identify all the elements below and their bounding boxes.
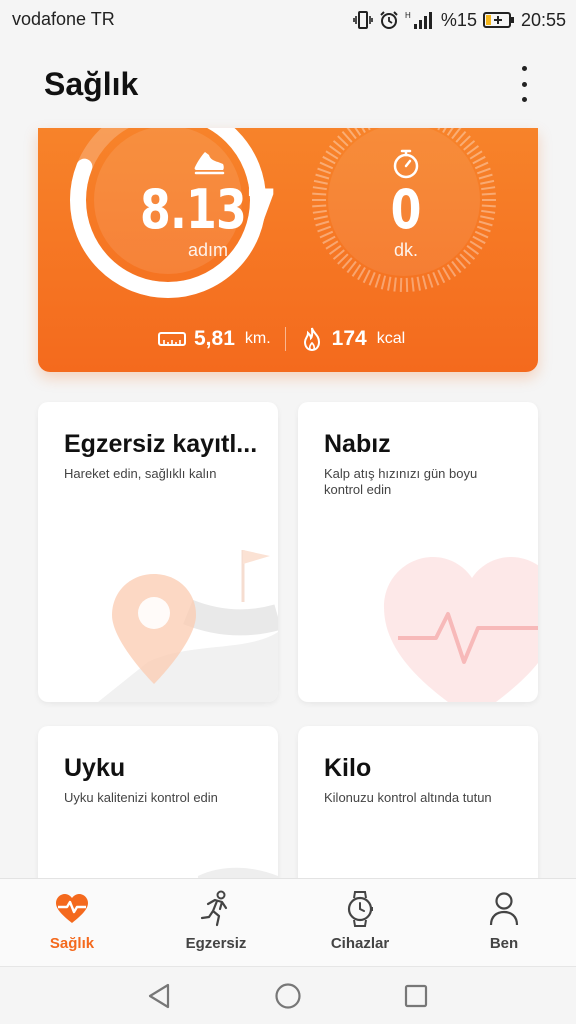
back-triangle-icon	[148, 983, 170, 1009]
home-button[interactable]	[273, 981, 303, 1011]
more-vertical-icon	[521, 66, 527, 71]
status-icons: H %15 20:55	[353, 8, 566, 32]
runner-icon	[196, 889, 236, 929]
person-icon	[484, 889, 524, 929]
card-subtitle: Kilonuzu kontrol altında tutun	[324, 790, 492, 805]
tab-label: Sağlık	[49, 935, 95, 952]
activity-summary-card[interactable]: 8.137 adım 0 dk. 5,81 km. 174 kcal	[38, 128, 538, 372]
home-circle-icon	[275, 983, 301, 1009]
distance-stat: 5,81 km.	[158, 327, 271, 351]
calories-value: 174	[331, 327, 367, 350]
card-exercise-records[interactable]: Egzersiz kayıtl... Hareket edin, sağlıkl…	[38, 402, 278, 702]
back-button[interactable]	[144, 981, 174, 1011]
minutes-display: 0 dk.	[306, 128, 506, 318]
tab-label: Ben	[489, 935, 519, 952]
system-navigation-bar	[0, 966, 576, 1024]
card-subtitle: Hareket edin, sağlıklı kalın	[64, 466, 217, 481]
stopwatch-icon	[393, 149, 419, 179]
status-time: 20:55	[520, 9, 566, 30]
heart-pulse-icon	[52, 889, 92, 929]
watch-icon	[340, 889, 380, 929]
svg-text:H: H	[405, 11, 411, 20]
tab-health[interactable]: Sağlık	[0, 879, 144, 967]
card-title: Kilo	[324, 754, 372, 782]
distance-unit: km.	[244, 330, 271, 347]
tab-label: Egzersiz	[185, 935, 247, 952]
card-heart-rate[interactable]: Nabız Kalp atış hızınızı gün boyu kontro…	[298, 402, 538, 702]
alarm-icon	[380, 11, 398, 29]
vibrate-icon	[353, 11, 373, 29]
card-title: Uyku	[64, 754, 126, 782]
card-title: Egzersiz kayıtl...	[64, 430, 258, 458]
calories-stat: 174 kcal	[300, 326, 406, 352]
recents-square-icon	[404, 984, 428, 1008]
ruler-icon	[158, 332, 186, 346]
page-title: Sağlık	[44, 66, 139, 102]
minutes-unit: dk.	[393, 240, 418, 260]
bottom-navigation: Sağlık Egzersiz Cihazlar Ben	[0, 878, 576, 966]
more-dot	[521, 81, 527, 87]
battery-percent: %15	[440, 9, 477, 30]
tab-devices[interactable]: Cihazlar	[288, 879, 432, 967]
card-title: Nabız	[324, 430, 391, 458]
more-options-button[interactable]	[512, 66, 536, 102]
tab-label: Cihazlar	[330, 935, 390, 952]
app-header: Sağlık	[0, 40, 576, 128]
recents-button[interactable]	[401, 981, 431, 1011]
activity-stats-row: 5,81 km. 174 kcal	[158, 324, 405, 354]
shoe-icon	[194, 152, 225, 175]
stats-divider	[284, 327, 286, 351]
steps-value: 8.137	[140, 178, 277, 241]
carrier-name: vodafone TR	[12, 9, 115, 29]
distance-value: 5,81	[194, 327, 235, 350]
battery-charging-icon	[482, 12, 514, 28]
flame-icon	[303, 327, 320, 352]
calories-unit: kcal	[376, 330, 406, 347]
steps-unit: adım	[187, 240, 229, 260]
more-dot	[521, 97, 527, 102]
tab-me[interactable]: Ben	[432, 879, 576, 967]
minutes-value: 0	[390, 178, 422, 241]
card-subtitle: Kalp atış hızınızı gün boyu kontrol edin	[324, 466, 478, 497]
steps-display: 8.137 adım	[108, 128, 308, 318]
tab-exercise[interactable]: Egzersiz	[144, 879, 288, 967]
status-bar: vodafone TR H %15 20:55	[0, 0, 576, 40]
card-subtitle: Uyku kalitenizi kontrol edin	[64, 790, 218, 805]
signal-icon: H	[405, 11, 432, 29]
